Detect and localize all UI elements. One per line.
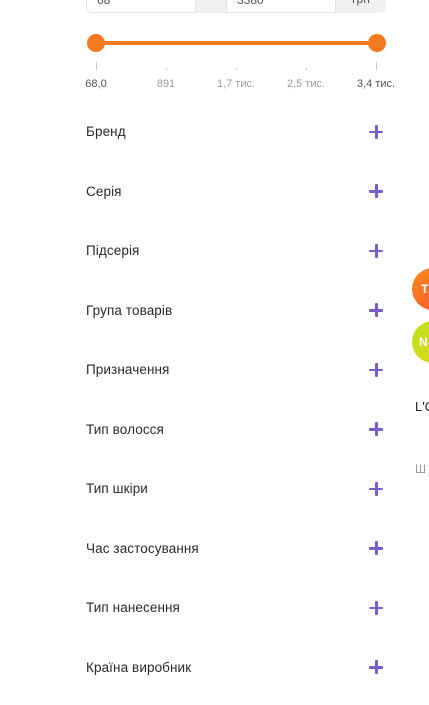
price-currency: грн [336, 0, 386, 13]
slider-tick [376, 62, 377, 70]
filter-label: Призначення [86, 362, 170, 378]
slider-tick [96, 62, 97, 70]
price-from-input[interactable]: 68 [86, 0, 196, 13]
filter-label: Час застосування [86, 540, 199, 556]
filter-label: Тип шкіри [86, 481, 148, 497]
price-to-input[interactable]: 3380 [226, 0, 336, 13]
slider-tick-label: 1,7 тис. [216, 78, 256, 90]
filter-label: Група товарів [86, 302, 173, 318]
slider-tick [166, 68, 167, 70]
price-range-inputs: 68 3380 грн [86, 0, 386, 13]
plus-icon[interactable] [369, 481, 383, 496]
filter-series[interactable]: Серія [86, 162, 386, 222]
filter-purpose[interactable]: Призначення [86, 340, 386, 400]
plus-icon[interactable] [369, 541, 383, 556]
product-subtitle: Ш [415, 462, 426, 476]
top-badge: T [412, 268, 429, 310]
filter-list: Бренд Серія Підсерія Група товарів Призн… [86, 102, 386, 697]
plus-icon[interactable] [369, 422, 383, 437]
filter-product-group[interactable]: Група товарів [86, 281, 386, 341]
price-separator [196, 0, 226, 13]
plus-icon[interactable] [369, 362, 383, 377]
price-slider-track[interactable] [96, 41, 377, 45]
price-slider-max-handle[interactable] [368, 34, 386, 52]
plus-icon[interactable] [369, 243, 383, 258]
plus-icon[interactable] [369, 184, 383, 199]
filter-brand[interactable]: Бренд [86, 102, 386, 162]
slider-tick-label: 891 [156, 78, 176, 90]
plus-icon[interactable] [369, 303, 383, 318]
plus-icon[interactable] [369, 600, 383, 615]
filter-application-time[interactable]: Час застосування [86, 519, 386, 579]
new-badge: N [412, 321, 429, 363]
slider-tick-label: 2,5 тис. [286, 78, 326, 90]
slider-tick [236, 68, 237, 70]
slider-tick-label: 68,0 [85, 78, 107, 90]
filter-application-type[interactable]: Тип нанесення [86, 578, 386, 638]
filter-panel: 68 3380 грн 68,0 891 1,7 тис. 2,5 тис. 3… [0, 0, 429, 705]
filter-skin-type[interactable]: Тип шкіри [86, 459, 386, 519]
slider-tick-label: 3,4 тис. [356, 78, 396, 90]
filter-label: Тип нанесення [86, 600, 180, 616]
filter-label: Підсерія [86, 243, 140, 259]
filter-label: Серія [86, 183, 122, 199]
filter-subseries[interactable]: Підсерія [86, 221, 386, 281]
filter-country[interactable]: Країна виробник [86, 638, 386, 698]
filter-hair-type[interactable]: Тип волосся [86, 400, 386, 460]
product-brand[interactable]: L'O [415, 399, 429, 414]
slider-tick [306, 68, 307, 70]
filter-label: Бренд [86, 124, 126, 140]
plus-icon[interactable] [369, 660, 383, 675]
filter-label: Країна виробник [86, 659, 192, 675]
price-slider-min-handle[interactable] [87, 34, 105, 52]
plus-icon[interactable] [369, 124, 383, 139]
filter-label: Тип волосся [86, 421, 164, 437]
